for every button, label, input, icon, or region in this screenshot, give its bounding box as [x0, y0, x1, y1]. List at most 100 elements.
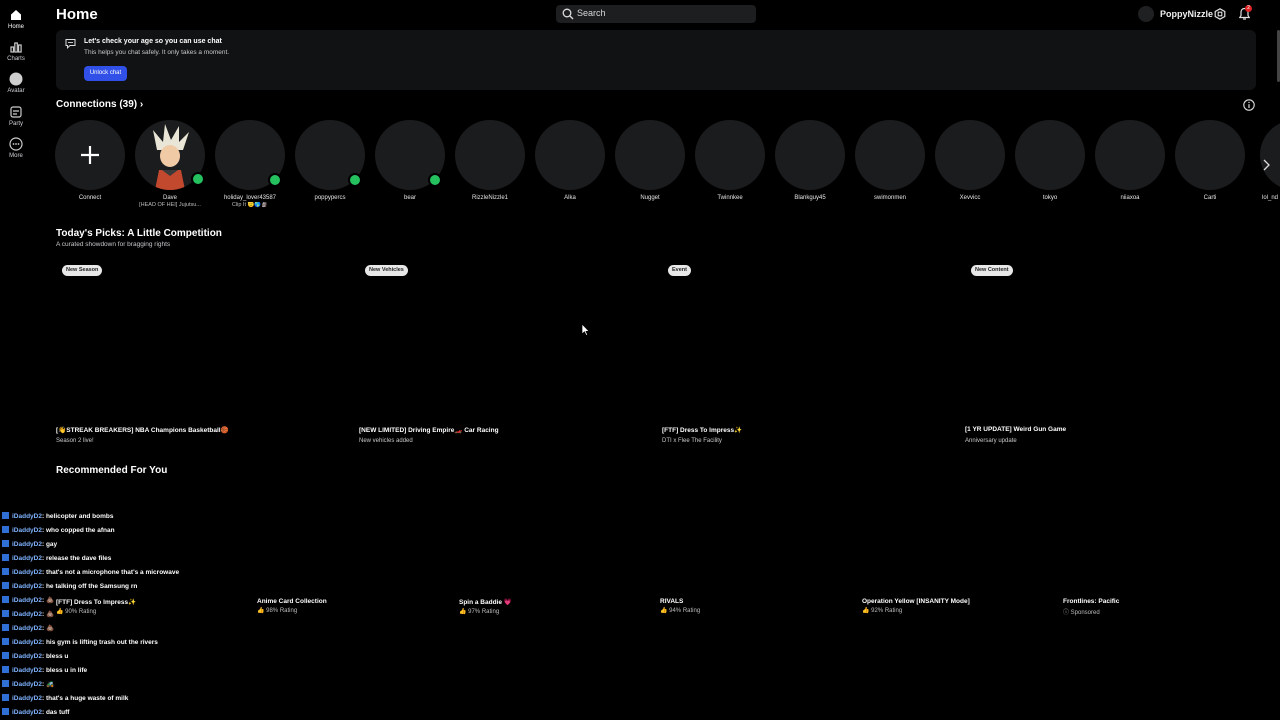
chat-text: : that's not a microphone that's a micro… — [41, 569, 180, 576]
chat-user-icon — [2, 610, 9, 617]
rail-item-party[interactable]: Party — [0, 105, 32, 127]
friend-tile[interactable]: RizzleNizzle1 — [450, 120, 530, 201]
chat-message: iDaddyD2: that's a huge waste of milk — [2, 694, 128, 702]
chevron-right-icon[interactable] — [1261, 158, 1271, 172]
chat-user: iDaddyD2 — [12, 667, 42, 674]
rail-label: Home — [7, 24, 24, 30]
chat-text: : bless u in life — [41, 667, 88, 674]
connect-button[interactable]: Connect — [50, 120, 130, 201]
rail-item-avatar[interactable]: Avatar — [0, 72, 32, 94]
friend-tile[interactable]: Alka — [530, 120, 610, 201]
connections-title[interactable]: Connections (39) › — [56, 99, 143, 110]
friend-tile[interactable]: Carti — [1170, 120, 1250, 201]
chat-user: iDaddyD2 — [12, 569, 42, 576]
friend-avatar — [1175, 120, 1245, 190]
game-card[interactable]: Frontlines: Pacific ⓘ Sponsored — [1063, 598, 1253, 616]
chat-message: iDaddyD2: helicopter and bombs — [2, 512, 114, 520]
chat-message: iDaddyD2: he talking off the Samsung rn — [2, 582, 137, 590]
pick-card[interactable]: New Vehicles [NEW LIMITED] Driving Empir… — [359, 262, 649, 452]
friend-tile[interactable]: Xevvicc — [930, 120, 1010, 201]
unlock-chat-button[interactable]: Unlock chat — [84, 66, 127, 81]
chat-text: : who copped the afnan — [41, 527, 115, 534]
chat-user-icon — [2, 666, 9, 673]
add-connection-circle — [55, 120, 125, 190]
game-card[interactable]: Spin a Baddie 💗 👍 97% Rating — [459, 598, 649, 615]
rail-item-charts[interactable]: Charts — [0, 40, 32, 62]
friend-name: Blankguy45 — [794, 195, 826, 201]
friend-tile[interactable]: tokyo — [1010, 120, 1090, 201]
plus-icon — [81, 146, 99, 164]
friend-name: Dave — [162, 195, 177, 201]
party-icon — [9, 105, 23, 119]
friend-name: poppypercs — [314, 195, 346, 201]
friend-tile[interactable]: Nugget — [610, 120, 690, 201]
friend-name: holiday_lover43587 — [223, 195, 277, 201]
game-card[interactable]: RIVALS 👍 94% Rating — [660, 598, 850, 614]
game-rating: 👍 98% Rating — [257, 608, 298, 614]
username-label[interactable]: PoppyNizzle — [1160, 9, 1213, 19]
pick-card[interactable]: New Content [1 YR UPDATE] Weird Gun Game… — [965, 262, 1255, 452]
chat-message: iDaddyD2: gay — [2, 540, 57, 548]
friend-tile[interactable]: swimonmen — [850, 120, 930, 201]
banner-title: Let's check your age so you can use chat — [84, 38, 222, 45]
search-input[interactable]: Search — [556, 5, 756, 23]
game-rating: 👍 94% Rating — [660, 608, 701, 614]
chat-user-icon — [2, 708, 9, 715]
robux-icon[interactable] — [1214, 8, 1226, 20]
friend-name: Connect — [78, 195, 102, 201]
recommended-title: Recommended For You — [56, 465, 168, 476]
avatar[interactable] — [1138, 6, 1154, 22]
chat-user: iDaddyD2 — [12, 513, 42, 520]
friend-tile[interactable]: bear — [370, 120, 450, 201]
game-title: RIVALS — [660, 598, 684, 605]
rail-item-home[interactable]: Home — [0, 8, 32, 30]
friend-avatar — [695, 120, 765, 190]
pick-tag: Event — [668, 265, 691, 276]
chat-text: : das tuff — [41, 709, 70, 716]
friend-status: Clip It 🫡🌎🗿 — [231, 202, 269, 208]
game-card[interactable]: Operation Yellow [INSANITY Mode] 👍 92% R… — [862, 598, 1052, 614]
game-rating: ⓘ Sponsored — [1063, 610, 1100, 616]
chat-message: iDaddyD2: his gym is lifting trash out t… — [2, 638, 158, 646]
chat-message: iDaddyD2: bless u in life — [2, 666, 87, 674]
chat-user: iDaddyD2 — [12, 709, 42, 716]
friend-tile[interactable]: Blankguy45 — [770, 120, 850, 201]
chat-message: iDaddyD2: 💩 — [2, 596, 54, 604]
chat-text: : 💩 — [41, 597, 55, 604]
chat-user: iDaddyD2 — [12, 625, 42, 632]
rail-label: More — [9, 153, 23, 159]
friend-tile[interactable]: Twinnkee — [690, 120, 770, 201]
chat-user: iDaddyD2 — [12, 653, 42, 660]
chat-user-icon — [2, 624, 9, 631]
rail-item-more[interactable]: More — [0, 137, 32, 159]
pick-tag: New Content — [971, 265, 1013, 276]
friend-name: bear — [403, 195, 416, 201]
pick-card[interactable]: New Season [👋STREAK BREAKERS] NBA Champi… — [56, 262, 346, 452]
avatar-icon — [9, 72, 23, 86]
chat-text: : he talking off the Samsung rn — [41, 583, 138, 590]
friend-tile[interactable]: Dave [HEAD OF HEI] Jujutsu... — [130, 120, 210, 208]
friend-tile[interactable]: holiday_lover43587 Clip It 🫡🌎🗿 — [210, 120, 290, 208]
friend-tile[interactable]: poppypercs — [290, 120, 370, 201]
chat-user-icon — [2, 526, 9, 533]
home-icon — [9, 8, 23, 22]
pick-card[interactable]: Event [FTF] Dress To Impress✨ DTI x Flee… — [662, 262, 952, 452]
info-icon[interactable] — [1243, 99, 1255, 111]
chevron-right-icon: › — [139, 99, 144, 110]
mouse-cursor-icon — [581, 323, 590, 336]
chat-text: : release the dave files — [41, 555, 112, 562]
friend-tile[interactable]: niiaxoa — [1090, 120, 1170, 201]
game-card[interactable]: Anime Card Collection 👍 98% Rating — [257, 598, 447, 614]
chat-user-icon — [2, 512, 9, 519]
online-indicator — [428, 173, 442, 187]
connections-title-text: Connections (39) — [56, 99, 138, 110]
chat-text: : helicopter and bombs — [41, 513, 114, 520]
notification-badge: 2 — [1245, 5, 1252, 12]
pick-tag: New Season — [62, 265, 103, 276]
friend-avatar — [1095, 120, 1165, 190]
chat-user: iDaddyD2 — [12, 583, 42, 590]
chat-bubble-icon — [65, 39, 76, 49]
game-rating: 👍 97% Rating — [459, 609, 500, 615]
game-title: Anime Card Collection — [257, 598, 327, 605]
chat-user: iDaddyD2 — [12, 555, 42, 562]
